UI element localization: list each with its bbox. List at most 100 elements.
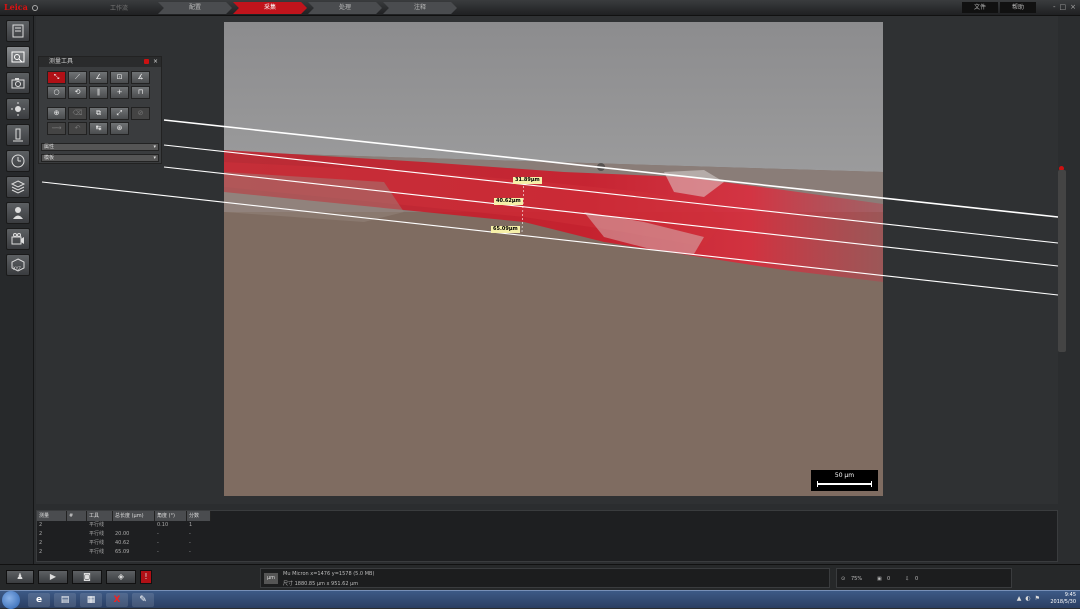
tool-row-3: ⊕ ⌫ ⧉ ⤢ ⊘ [47,107,150,120]
arc-tool-button[interactable]: ⟲ [68,86,87,99]
cell [67,521,87,530]
step-setup[interactable]: 配置 [158,2,232,14]
microscope-icon[interactable] [6,124,30,146]
status-line-1: Mu Micron x=1476 y=1578 (5.0 MB) [283,571,375,577]
cell [67,548,87,557]
minimize-button[interactable]: - [1053,3,1056,11]
play-icon[interactable]: ▶ [38,570,68,584]
stack-icon[interactable]: ◈ [106,570,136,584]
download-icon[interactable]: ⇩ [905,576,909,582]
cell: - [157,540,159,546]
perpendicular-tool-button[interactable]: ⊓ [131,86,150,99]
undo-tool-button[interactable]: ↶ [68,122,87,135]
cell: 2 [39,540,43,546]
xyz-icon[interactable]: XYZ [6,254,30,276]
tool-panel-header[interactable]: 测量工具 × [39,57,161,67]
close-icon[interactable]: × [153,57,158,67]
col-score[interactable]: 分数 [187,511,211,521]
cell: 2 [39,522,43,528]
cell: - [189,531,191,537]
copy-tool-button[interactable]: ⧉ [89,107,108,120]
angle2-tool-button[interactable]: ∡ [131,71,150,84]
disable-tool-button[interactable]: ⊘ [131,107,150,120]
file-button[interactable]: 文件 [962,2,998,13]
col-angle[interactable]: 角度 (°) [155,511,187,521]
misc-count: 0 [915,576,919,582]
right-panel-scroll[interactable] [1058,170,1066,352]
unit-badge[interactable]: µm [264,573,278,584]
resize-tool-button[interactable]: ⤢ [110,107,129,120]
user-icon[interactable]: ♟ [6,570,34,584]
layers-icon[interactable] [6,176,30,198]
cross-tool-button[interactable]: + [110,86,129,99]
line-tool-button[interactable]: ⤡ [47,71,66,84]
table-row[interactable]: 2 平行线 0.10 1 [37,521,1057,530]
maximize-button[interactable]: □ [1060,3,1067,11]
ie-icon[interactable]: e [28,593,50,607]
col-index[interactable]: # [67,511,87,521]
pin-icon[interactable] [144,59,149,64]
os-taskbar: e ▤ ▦ X ✎ ▲ ◐ ⚑ 9:45 2018/5/30 [0,590,1080,609]
close-button[interactable]: × [1070,3,1076,11]
camera-icon[interactable] [6,72,30,94]
measurement-label-1[interactable]: 31.89µm [513,177,542,184]
paint-icon[interactable]: ✎ [132,593,154,607]
stats-panel: ⊙ 75% ▣ 0 ⇩ 0 [836,568,1012,588]
cell: - [157,549,159,555]
help-button[interactable]: 帮助 [1000,2,1036,13]
cell: 平行线 [89,540,105,546]
table-row[interactable]: 2 平行线 65.09 - - [37,548,1057,557]
circle-tool-button[interactable]: ○ [47,86,66,99]
col-measure[interactable]: 测量 [37,511,67,521]
zoom-icon[interactable]: ⊙ [841,576,845,582]
measure-icon[interactable] [6,46,30,68]
measurement-label-2[interactable]: 40.62µm [494,198,523,205]
workspace-select[interactable]: 工作流 [110,3,146,13]
settings-tool-button[interactable]: ⊛ [110,122,129,135]
video-camera-icon[interactable] [6,228,30,250]
cell: - [189,549,191,555]
record-icon[interactable]: ! [140,570,152,584]
leica-x-icon[interactable]: X [106,593,128,607]
table-row[interactable]: 2 平行线 20.00 - - [37,530,1057,539]
illumination-icon[interactable] [6,98,30,120]
add-tool-button[interactable]: ⊕ [47,107,66,120]
tray-flag-icon[interactable]: ⚑ [1035,595,1040,602]
template-dropdown[interactable]: 模板 [41,154,159,162]
step-annotate[interactable]: 注释 [383,2,457,14]
step-process[interactable]: 处理 [308,2,382,14]
timer-icon[interactable] [6,150,30,172]
microscope-image[interactable] [224,22,883,496]
start-button-icon[interactable] [2,591,20,609]
svg-text:XYZ: XYZ [13,266,21,271]
delete-tool-button[interactable]: ⌫ [68,107,87,120]
properties-dropdown[interactable]: 属性 [41,143,159,151]
snapshot-camera-icon[interactable]: ◙ [72,570,102,584]
align-tool-button[interactable]: ↹ [89,122,108,135]
cell: 65.09 [115,549,130,555]
polyline-tool-button[interactable]: ⟋ [68,71,87,84]
parallel-tool-button[interactable]: ∥ [89,86,108,99]
tool-row-1: ⤡ ⟋ ∠ ⊡ ∡ [47,71,150,84]
tray-network-icon[interactable]: ▲ [1017,595,1022,602]
redo-tool-button[interactable]: ⟿ [47,122,66,135]
folder-icon[interactable]: ▤ [54,593,76,607]
col-length[interactable]: 总长度 (µm) [113,511,155,521]
clock[interactable]: 9:45 2018/5/30 [1050,592,1076,606]
table-row[interactable]: 2 平行线 40.62 - - [37,539,1057,548]
scale-bar-line [817,481,872,487]
cell [113,521,155,530]
bottom-toolbar: ♟ ▶ ◙ ◈ ! µm Mu Micron x=1476 y=1578 (5.… [0,564,1080,590]
clock-date: 2018/5/30 [1050,599,1076,605]
angle-tool-button[interactable]: ∠ [89,71,108,84]
tray-volume-icon[interactable]: ◐ [1025,595,1030,602]
explorer-icon[interactable]: ▦ [80,593,102,607]
cell: - [157,531,159,537]
area-tool-button[interactable]: ⊡ [110,71,129,84]
user-icon[interactable] [6,202,30,224]
step-acquire[interactable]: 采集 [233,2,307,14]
col-tool[interactable]: 工具 [87,511,113,521]
measurement-label-3[interactable]: 65.09µm [491,226,520,233]
browse-icon[interactable] [6,20,30,42]
cell: 平行线 [89,549,105,555]
